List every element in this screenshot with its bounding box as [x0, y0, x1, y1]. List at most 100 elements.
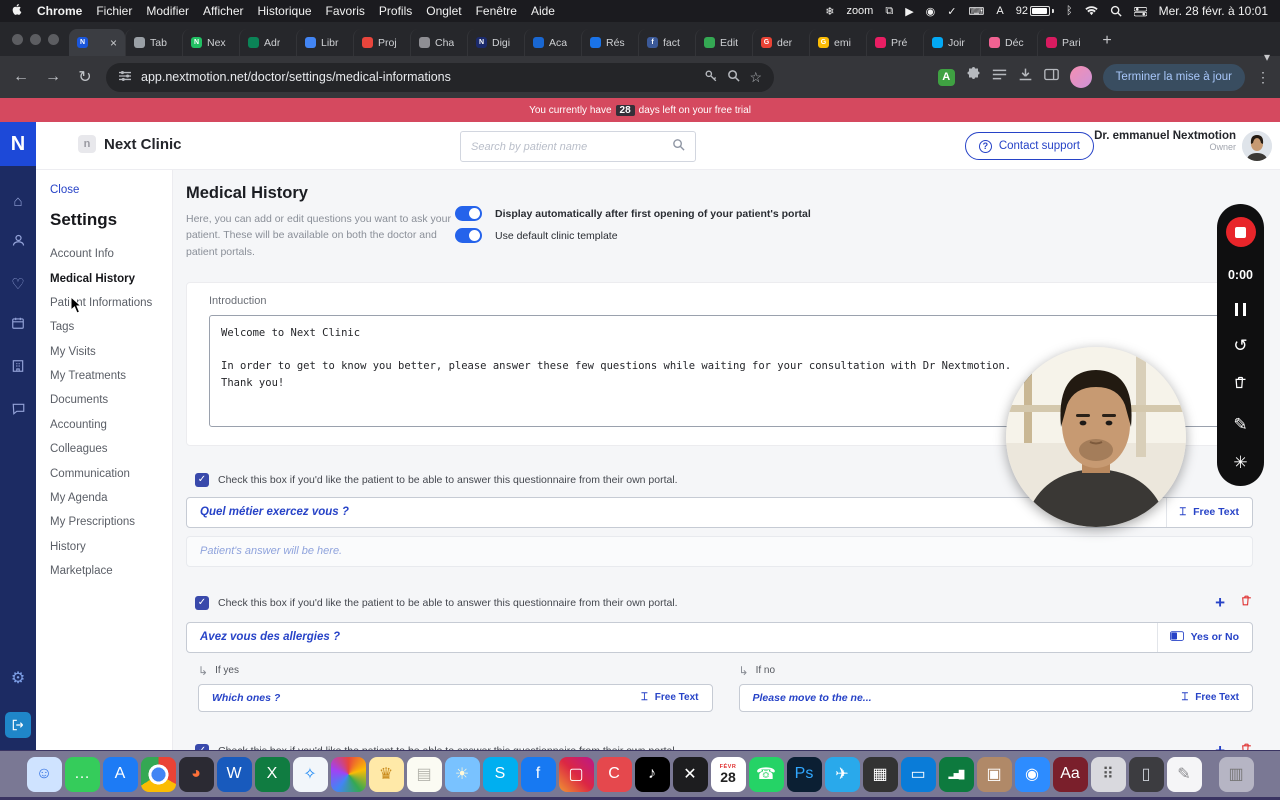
chat-icon[interactable] — [11, 402, 26, 421]
wifi-icon[interactable] — [1084, 5, 1098, 17]
menubar-app-name[interactable]: Chrome — [37, 4, 82, 18]
sidebar-item[interactable]: Patient Informations — [50, 291, 172, 315]
bluetooth-icon[interactable]: ᛒ — [1066, 5, 1073, 17]
zoom-page-icon[interactable] — [727, 69, 741, 85]
menubar-item-aide[interactable]: Aide — [531, 4, 555, 18]
calculator[interactable]: ▦ — [862, 756, 898, 792]
menubar-item-historique[interactable]: Historique — [258, 4, 312, 18]
word[interactable]: W — [216, 756, 252, 792]
notes[interactable]: ▤ — [406, 756, 442, 792]
tab[interactable]: N Nex — [182, 29, 239, 56]
sidebar-item[interactable]: Medical History — [50, 266, 172, 290]
site-info-icon[interactable] — [118, 70, 132, 85]
reload-button[interactable]: ↻ — [74, 67, 96, 87]
sidebar-item[interactable]: My Agenda — [50, 486, 172, 510]
if-no-type[interactable]: ⌶ Free Text — [1182, 685, 1239, 711]
if-no-question-input[interactable]: Please move to the ne... ⌶ Free Text — [738, 683, 1253, 712]
doctor-avatar[interactable] — [1242, 131, 1272, 161]
agenda-icon[interactable] — [11, 316, 25, 335]
tab[interactable]: G der — [752, 29, 809, 56]
pause-recording-icon[interactable] — [1235, 303, 1246, 316]
launchpad[interactable]: ⠿ — [1090, 756, 1126, 792]
camera-app[interactable]: ▢ — [558, 756, 594, 792]
question-1-type[interactable]: ⌶ Free Text — [1166, 497, 1239, 527]
menubar-item-afficher[interactable]: Afficher — [203, 4, 243, 18]
tab[interactable]: G emi — [809, 29, 866, 56]
if-yes-question-text[interactable]: Which ones ? — [212, 692, 280, 704]
tab[interactable]: N Digi — [467, 29, 524, 56]
portal-checkbox[interactable]: ✓ — [195, 595, 209, 610]
sidebar-item[interactable]: Communication — [50, 461, 172, 485]
doctor-identity[interactable]: Dr. emmanuel Nextmotion Owner — [1094, 130, 1236, 152]
portal-checkbox[interactable]: ✓ — [195, 743, 209, 750]
photos-sphere[interactable] — [330, 756, 366, 792]
archive-app[interactable]: ▣ — [976, 756, 1012, 792]
sidebar-item[interactable]: Account Info — [50, 242, 172, 266]
battery-indicator[interactable]: 92 — [1016, 5, 1054, 17]
tab-search-caret-icon[interactable]: ▾ — [1264, 50, 1270, 64]
webcam-preview[interactable] — [1006, 347, 1186, 527]
menubar-item-fichier[interactable]: Fichier — [96, 4, 132, 18]
forward-button[interactable]: → — [42, 68, 64, 86]
tab[interactable]: f fact — [638, 29, 695, 56]
tab[interactable]: Proj — [353, 29, 410, 56]
restart-recording-icon[interactable]: ↺ — [1233, 337, 1247, 354]
sidebar-item[interactable]: My Treatments — [50, 364, 172, 388]
whatsapp[interactable]: ☎ — [748, 756, 784, 792]
favorites-heart-icon[interactable]: ♡ — [11, 277, 24, 292]
textedit[interactable]: ✎ — [1166, 756, 1202, 792]
if-yes-question-input[interactable]: Which ones ? ⌶ Free Text — [198, 683, 713, 712]
tab[interactable]: Adr — [239, 29, 296, 56]
sidebar-item[interactable]: Accounting — [50, 413, 172, 437]
question-1-text[interactable]: Quel métier exercez vous ? — [200, 506, 349, 518]
sidebar-item[interactable]: Colleagues — [50, 437, 172, 461]
logout-icon[interactable] — [5, 712, 31, 738]
patients-icon[interactable] — [11, 233, 26, 253]
record-icon[interactable]: ◉ — [926, 5, 936, 18]
safari[interactable]: ✧ — [292, 756, 328, 792]
browser-profile-avatar[interactable] — [1069, 66, 1092, 88]
window-zoom-button[interactable] — [48, 33, 59, 45]
menubar-item-profils[interactable]: Profils — [379, 4, 412, 18]
screen-mirror-icon[interactable]: ⧉ — [885, 5, 893, 18]
zoom[interactable]: ◉ — [1014, 756, 1050, 792]
shortcuts-check-icon[interactable]: ✓ — [947, 5, 956, 18]
excel[interactable]: X — [254, 756, 290, 792]
play-icon[interactable]: ▶ — [905, 5, 913, 18]
sidebar-close-link[interactable]: Close — [50, 184, 172, 196]
menubar-item-onglet[interactable]: Onglet — [426, 4, 461, 18]
nextmotion-logo[interactable]: N — [0, 122, 36, 166]
reading-list-icon[interactable] — [992, 68, 1007, 86]
stocks[interactable]: ▂▅█ — [938, 756, 974, 792]
patient-search-input[interactable] — [471, 140, 664, 153]
x-app[interactable]: ✕ — [672, 756, 708, 792]
input-source-icon[interactable]: A — [996, 5, 1003, 17]
contact-support-button[interactable]: ? Contact support — [964, 132, 1094, 160]
sidebar-item[interactable]: History — [50, 535, 172, 559]
enhance-recording-icon[interactable]: ✳ — [1233, 454, 1247, 471]
portal-checkbox[interactable]: ✓ — [195, 472, 209, 487]
menubar-clock[interactable]: Mer. 28 févr. à 10:01 — [1159, 4, 1268, 18]
new-tab-button[interactable]: + — [1094, 28, 1120, 54]
snowflake-icon[interactable]: ❄ — [825, 5, 834, 18]
clinic-icon[interactable] — [11, 359, 25, 378]
add-question-icon[interactable]: + — [1215, 594, 1225, 611]
add-question-icon[interactable]: + — [1215, 742, 1225, 750]
pineapple[interactable]: ♛ — [368, 756, 404, 792]
home-icon[interactable]: ⌂ — [13, 194, 22, 209]
question-2-text[interactable]: Avez vous des allergies ? — [200, 631, 340, 643]
tab-close-icon[interactable]: × — [110, 36, 117, 50]
control-center-icon[interactable] — [1133, 6, 1147, 17]
url-text[interactable]: app.nextmotion.net/doctor/settings/medic… — [141, 70, 695, 84]
firefox[interactable]: ◕ — [178, 756, 214, 792]
weather[interactable]: ☀ — [444, 756, 480, 792]
back-button[interactable]: ← — [10, 68, 32, 86]
facebook[interactable]: f — [520, 756, 556, 792]
window-close-button[interactable] — [12, 33, 23, 45]
bookmark-star-icon[interactable]: ☆ — [749, 69, 762, 86]
calendar[interactable]: FÉVR 28 — [710, 756, 746, 792]
tab[interactable]: Edit — [695, 29, 752, 56]
menubar-item-fenetre[interactable]: Fenêtre — [476, 4, 517, 18]
downloads-icon[interactable] — [1018, 67, 1033, 87]
extensions-puzzle-icon[interactable] — [966, 67, 981, 87]
